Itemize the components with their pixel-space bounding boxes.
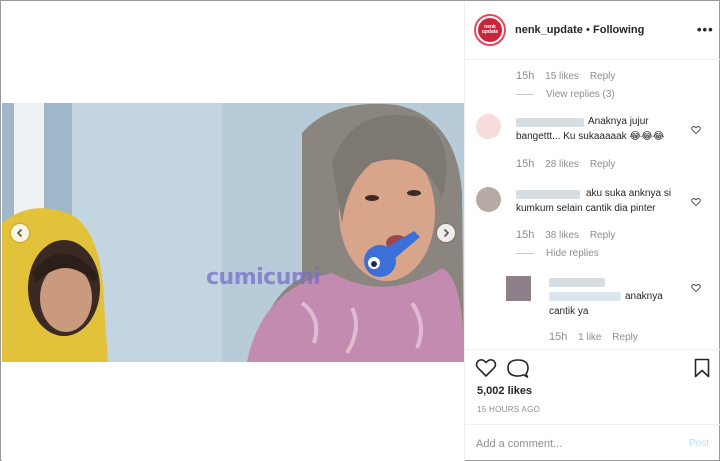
comment-time: 15h xyxy=(549,331,568,343)
comment-meta: 15h 38 likes Reply xyxy=(516,229,615,241)
comment-time: 15h xyxy=(516,158,535,170)
comment-likes[interactable]: 15 likes xyxy=(545,71,579,82)
heart-icon[interactable] xyxy=(475,358,497,378)
comment-icon[interactable] xyxy=(507,358,529,379)
commenter-avatar[interactable] xyxy=(476,114,501,139)
comment-text-continued: bangettt... Ku sukaaaaak 😂😂😂 xyxy=(516,131,665,142)
post-video[interactable] xyxy=(2,103,464,362)
reply-button[interactable]: Reply xyxy=(590,230,616,241)
post-timestamp[interactable]: 15 HOURS AGO xyxy=(477,405,540,414)
comment-text: aku suka anknya si xyxy=(586,188,672,199)
next-media-button[interactable] xyxy=(437,224,455,242)
comments-list[interactable]: 15h 15 likes Reply View replies (3) Anak… xyxy=(465,61,720,349)
heart-icon[interactable] xyxy=(691,197,701,207)
video-frame-image xyxy=(2,103,464,362)
heart-icon[interactable] xyxy=(691,125,701,135)
reply-avatar[interactable] xyxy=(506,276,531,301)
comment-meta: 15h 15 likes Reply xyxy=(516,70,615,82)
replier-username-blurred[interactable] xyxy=(549,278,605,287)
following-button[interactable]: Following xyxy=(593,24,644,36)
author-avatar[interactable]: nenk update xyxy=(474,14,506,46)
comment-time: 15h xyxy=(516,229,535,241)
comment-likes[interactable]: 28 likes xyxy=(545,159,579,170)
mention-blurred[interactable] xyxy=(549,292,621,301)
comment-text-continued: kumkum selain cantik dia pinter xyxy=(516,203,656,214)
video-watermark: cumicumi xyxy=(206,265,321,290)
chevron-left-icon xyxy=(16,228,23,238)
post-header: nenk update nenk_update • Following ••• xyxy=(465,2,720,60)
bookmark-icon[interactable] xyxy=(694,358,710,378)
chevron-right-icon xyxy=(443,228,450,238)
commenter-username-blurred[interactable] xyxy=(516,190,580,199)
comment-meta: 15h 1 like Reply xyxy=(549,331,638,343)
hide-replies-button[interactable]: Hide replies xyxy=(546,248,599,259)
author-username[interactable]: nenk_update xyxy=(515,24,583,36)
more-options-icon[interactable]: ••• xyxy=(697,22,714,37)
header-separator: • xyxy=(586,24,590,36)
hide-replies-line xyxy=(516,253,534,254)
avatar-logo: nenk update xyxy=(478,18,502,42)
comment-text: anaknya xyxy=(625,291,663,302)
comment-text: Anaknya jujur xyxy=(588,116,649,127)
instagram-post-window: cumicumi nenk update nenk_update • Follo… xyxy=(0,0,720,461)
comment-input[interactable] xyxy=(476,436,676,452)
comment-text-continued: cantik ya xyxy=(549,306,589,317)
add-comment-bar: Post xyxy=(465,424,720,461)
comment-time: 15h xyxy=(516,70,535,82)
heart-icon[interactable] xyxy=(691,283,701,293)
previous-media-button[interactable] xyxy=(11,224,29,242)
media-panel: cumicumi xyxy=(2,2,464,461)
comment-meta: 15h 28 likes Reply xyxy=(516,158,615,170)
commenter-username-blurred[interactable] xyxy=(516,118,584,127)
comment-likes[interactable]: 1 like xyxy=(578,332,601,343)
commenter-avatar[interactable] xyxy=(476,187,501,212)
reply-button[interactable]: Reply xyxy=(590,71,616,82)
reply-button[interactable]: Reply xyxy=(590,159,616,170)
post-comment-button[interactable]: Post xyxy=(689,438,709,449)
reply-button[interactable]: Reply xyxy=(612,332,638,343)
view-replies-button[interactable]: View replies (3) xyxy=(546,89,615,100)
post-actions: 5,002 likes 15 HOURS AGO xyxy=(465,349,720,419)
view-replies-line xyxy=(516,94,534,95)
post-side-panel: nenk update nenk_update • Following ••• … xyxy=(464,2,720,461)
like-count[interactable]: 5,002 likes xyxy=(477,385,532,397)
comment-likes[interactable]: 38 likes xyxy=(545,230,579,241)
